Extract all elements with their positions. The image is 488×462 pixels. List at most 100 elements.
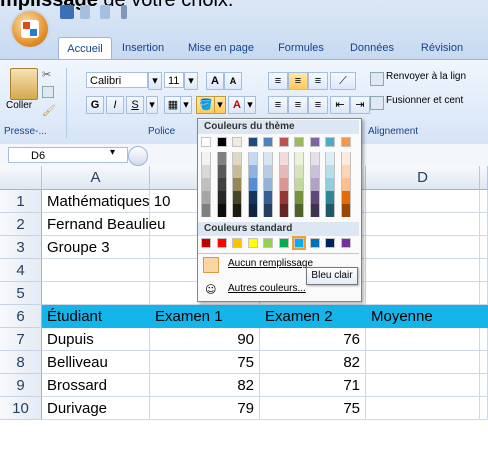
table-cell[interactable] xyxy=(480,328,488,351)
column-header-e[interactable] xyxy=(480,166,488,190)
theme-shade-swatch[interactable] xyxy=(325,152,335,165)
theme-color-swatch[interactable] xyxy=(325,137,335,147)
theme-shade-swatch[interactable] xyxy=(294,191,304,204)
theme-shade-swatch[interactable] xyxy=(278,178,289,191)
merge-center-button-label[interactable]: Fusionner et cent xyxy=(386,95,488,106)
theme-color-swatch[interactable] xyxy=(278,137,289,147)
theme-shade-swatch[interactable] xyxy=(263,191,273,204)
table-cell[interactable] xyxy=(480,397,488,420)
theme-shade-swatch[interactable] xyxy=(201,178,211,191)
table-cell[interactable] xyxy=(366,190,480,213)
theme-shade-swatch[interactable] xyxy=(216,204,227,217)
standard-color-swatch[interactable] xyxy=(309,238,320,248)
underline-dropdown-arrow[interactable]: ▾ xyxy=(146,96,158,114)
theme-shade-swatch[interactable] xyxy=(263,165,273,178)
select-all-corner[interactable] xyxy=(0,166,42,190)
theme-shade-swatch[interactable] xyxy=(247,165,258,178)
table-cell[interactable] xyxy=(366,328,480,351)
theme-shade-swatch[interactable] xyxy=(294,152,304,165)
table-cell[interactable] xyxy=(480,351,488,374)
table-cell[interactable] xyxy=(480,259,488,282)
table-cell[interactable] xyxy=(480,236,488,259)
theme-shade-swatch[interactable] xyxy=(216,165,227,178)
theme-color-swatch[interactable] xyxy=(340,137,351,147)
header-cell[interactable]: Examen 2 xyxy=(260,305,366,328)
theme-shade-swatch[interactable] xyxy=(263,178,273,191)
header-cell[interactable]: Examen 1 xyxy=(150,305,260,328)
row-header-8[interactable]: 8 xyxy=(0,351,42,374)
fill-color-button[interactable]: 🪣 xyxy=(196,96,216,114)
row-header-9[interactable]: 9 xyxy=(0,374,42,397)
table-cell[interactable]: 76 xyxy=(260,328,366,351)
theme-shade-swatch[interactable] xyxy=(325,191,335,204)
format-painter-icon[interactable]: 🖌 xyxy=(42,104,56,117)
table-cell[interactable]: 90 xyxy=(150,328,260,351)
table-cell[interactable] xyxy=(480,190,488,213)
standard-color-swatch[interactable] xyxy=(263,238,273,248)
paste-button-label[interactable]: Coller xyxy=(6,100,32,111)
table-cell[interactable] xyxy=(480,374,488,397)
standard-color-swatch[interactable] xyxy=(216,238,227,248)
table-cell[interactable]: Fernand Beaulieu xyxy=(42,213,165,236)
tab-mise-en-page[interactable]: Mise en page xyxy=(182,37,260,59)
theme-shade-swatch[interactable] xyxy=(247,178,258,191)
merge-center-icon[interactable] xyxy=(370,96,384,110)
paste-icon[interactable] xyxy=(10,68,38,100)
column-header-d[interactable]: D xyxy=(366,166,480,190)
borders-dropdown-arrow[interactable]: ▾ xyxy=(180,96,192,114)
tab-insertion[interactable]: Insertion xyxy=(114,37,172,59)
decrease-indent-icon[interactable]: ⇤ xyxy=(330,96,350,114)
theme-shade-swatch[interactable] xyxy=(216,152,227,165)
theme-shade-swatch[interactable] xyxy=(247,191,258,204)
table-cell[interactable] xyxy=(366,213,480,236)
row-header-2[interactable]: 2 xyxy=(0,213,42,236)
theme-shade-swatch[interactable] xyxy=(309,178,320,191)
theme-shade-swatch[interactable] xyxy=(278,204,289,217)
standard-color-swatch[interactable] xyxy=(232,238,242,248)
align-top-icon[interactable]: ≡ xyxy=(268,72,288,90)
standard-color-swatch[interactable] xyxy=(278,238,289,248)
theme-shade-swatch[interactable] xyxy=(247,204,258,217)
formula-cancel-icon[interactable] xyxy=(128,146,148,166)
row-header-1[interactable]: 1 xyxy=(0,190,42,213)
header-cell[interactable]: Étudiant xyxy=(42,305,150,328)
theme-shade-swatch[interactable] xyxy=(232,204,242,217)
grow-font-button[interactable]: A xyxy=(206,72,224,90)
table-cell[interactable]: 82 xyxy=(150,374,260,397)
row-header-5[interactable]: 5 xyxy=(0,282,42,305)
theme-color-swatch[interactable] xyxy=(263,137,273,147)
theme-shade-swatch[interactable] xyxy=(201,165,211,178)
theme-shade-swatch[interactable] xyxy=(294,165,304,178)
theme-shade-swatch[interactable] xyxy=(232,191,242,204)
font-name-combo[interactable]: Calibri xyxy=(86,72,148,88)
theme-shade-swatch[interactable] xyxy=(216,191,227,204)
table-cell[interactable]: 71 xyxy=(260,374,366,397)
theme-color-swatch[interactable] xyxy=(201,137,211,147)
table-cell[interactable] xyxy=(42,282,150,305)
wrap-text-button-label[interactable]: Renvoyer à la lign xyxy=(386,71,488,82)
table-cell[interactable]: Durivage xyxy=(42,397,150,420)
copy-icon[interactable] xyxy=(42,86,54,98)
theme-shade-swatch[interactable] xyxy=(247,152,258,165)
row-header-10[interactable]: 10 xyxy=(0,397,42,420)
header-cell[interactable]: Moyenne xyxy=(366,305,480,328)
align-bottom-icon[interactable]: ≡ xyxy=(308,72,328,90)
theme-color-swatch[interactable] xyxy=(232,137,242,147)
table-cell[interactable]: Brossard xyxy=(42,374,150,397)
font-name-dropdown-arrow[interactable]: ▾ xyxy=(148,72,162,90)
theme-color-swatch[interactable] xyxy=(216,137,227,147)
bold-button[interactable]: G xyxy=(86,96,104,114)
table-cell[interactable]: Groupe 3 xyxy=(42,236,150,259)
align-left-icon[interactable]: ≡ xyxy=(268,96,288,114)
table-cell[interactable] xyxy=(480,213,488,236)
qat-menu-icon[interactable] xyxy=(121,5,127,19)
table-cell[interactable] xyxy=(366,236,480,259)
font-color-dropdown-arrow[interactable]: ▾ xyxy=(244,96,256,114)
theme-shade-swatch[interactable] xyxy=(278,165,289,178)
theme-color-swatch[interactable] xyxy=(309,137,320,147)
theme-shade-swatch[interactable] xyxy=(294,204,304,217)
table-cell[interactable]: 75 xyxy=(150,351,260,374)
standard-color-swatch[interactable] xyxy=(247,238,258,248)
theme-shade-swatch[interactable] xyxy=(232,152,242,165)
cut-icon[interactable]: ✂ xyxy=(42,68,52,81)
